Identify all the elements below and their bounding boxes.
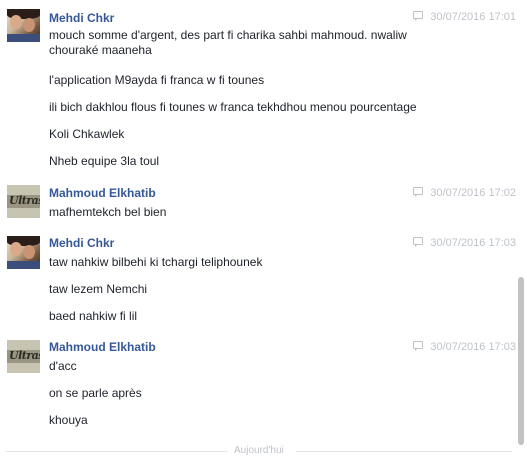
- message-text: Koli Chkawlek: [49, 127, 125, 141]
- message-text: khouya: [49, 413, 88, 427]
- message-text: Nheb equipe 3la toul: [49, 154, 160, 168]
- message-text: baed nahkiw fi lil: [49, 309, 138, 323]
- timestamp: 30/07/2016 17:02: [413, 187, 516, 199]
- message-text: d'acc: [49, 359, 77, 373]
- timestamp: 30/07/2016 17:01: [413, 11, 516, 23]
- avatar[interactable]: [7, 9, 40, 42]
- message-text: mouch somme d'argent, des part fi charik…: [49, 28, 407, 57]
- avatar[interactable]: [7, 236, 40, 269]
- divider-label: Aujourd'hui: [234, 445, 284, 456]
- sender-name[interactable]: Mahmoud Elkhatib: [49, 340, 156, 354]
- comment-icon: [413, 237, 424, 247]
- sender-name[interactable]: Mehdi Chkr: [49, 236, 114, 250]
- message-text: on se parle après: [49, 386, 142, 400]
- message-text: taw nahkiw bilbehi ki tchargi teliphoune…: [49, 255, 263, 269]
- timestamp: 30/07/2016 17:03: [413, 341, 516, 353]
- message-text: mafhemtekch bel bien: [49, 205, 167, 219]
- timestamp: 30/07/2016 17:03: [413, 237, 516, 249]
- avatar[interactable]: Ultras: [7, 185, 40, 218]
- day-divider: Aujourd'hui: [0, 445, 520, 456]
- comment-icon: [413, 11, 424, 21]
- divider-rule-left: [6, 451, 228, 452]
- divider-rule-right: [296, 451, 512, 452]
- sender-name[interactable]: Mahmoud Elkhatib: [49, 186, 156, 200]
- scrollbar[interactable]: [518, 277, 524, 445]
- avatar[interactable]: Ultras: [7, 340, 40, 373]
- comment-icon: [413, 341, 424, 351]
- sender-name[interactable]: Mehdi Chkr: [49, 11, 114, 25]
- comment-icon: [413, 187, 424, 197]
- message-text: taw lezem Nemchi: [49, 282, 148, 296]
- message-text: ili bich dakhlou flous fi tounes w franc…: [49, 100, 417, 114]
- message-text: l'application M9ayda fi franca w fi toun…: [49, 73, 265, 87]
